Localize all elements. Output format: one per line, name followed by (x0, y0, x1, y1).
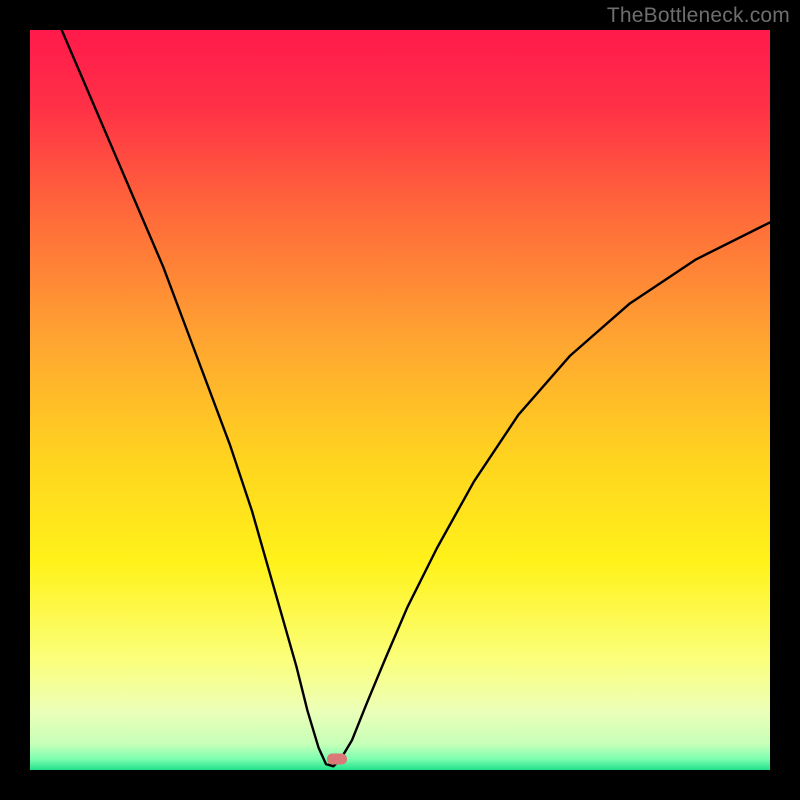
watermark-text: TheBottleneck.com (607, 4, 790, 28)
curve-layer (30, 30, 770, 770)
bottleneck-curve (62, 30, 770, 766)
chart-frame: TheBottleneck.com (0, 0, 800, 800)
optimal-marker (327, 753, 347, 764)
plot-area (30, 30, 770, 770)
